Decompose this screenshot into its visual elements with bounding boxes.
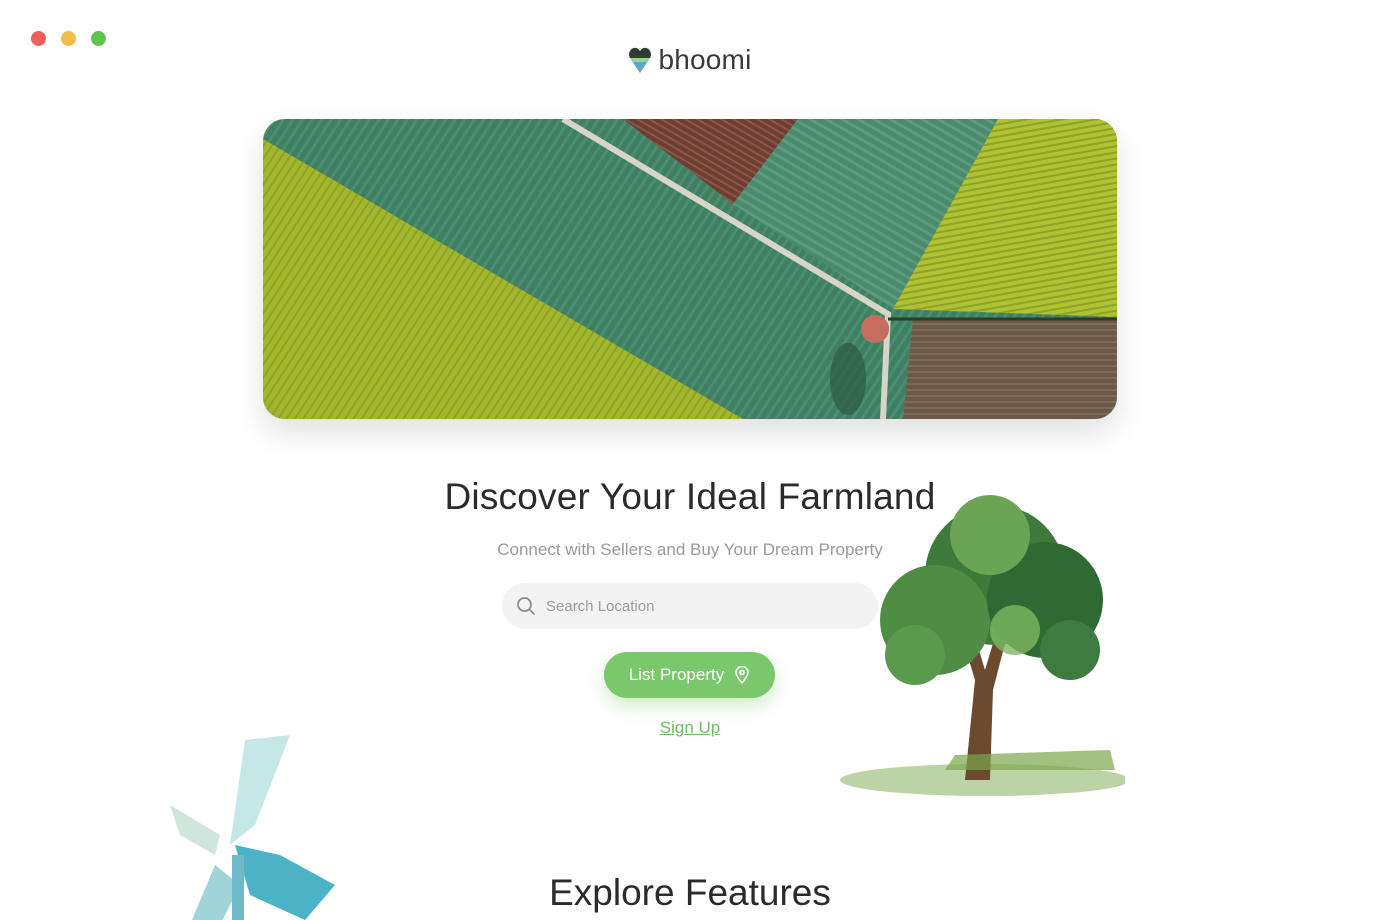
location-pin-icon (735, 666, 750, 684)
hero-image (263, 119, 1117, 419)
brand-logo[interactable]: bhoomi (0, 44, 1380, 76)
sign-up-link[interactable]: Sign Up (660, 718, 720, 737)
app-window: bhoomi Discover Your Ideal Farmland Conn… (0, 0, 1380, 920)
page-headline: Discover Your Ideal Farmland (444, 476, 936, 517)
page-subheadline: Connect with Sellers and Buy Your Dream … (497, 540, 883, 559)
search-location-input[interactable] (546, 597, 826, 615)
list-property-label: List Property (628, 665, 725, 684)
tree-illustration (840, 495, 1125, 796)
brand-name: bhoomi (658, 44, 752, 75)
section-title-features: Explore Features (549, 872, 831, 913)
list-property-button[interactable]: List Property (604, 652, 775, 698)
heart-pin-logo-icon (629, 47, 652, 73)
search-icon (517, 597, 535, 615)
